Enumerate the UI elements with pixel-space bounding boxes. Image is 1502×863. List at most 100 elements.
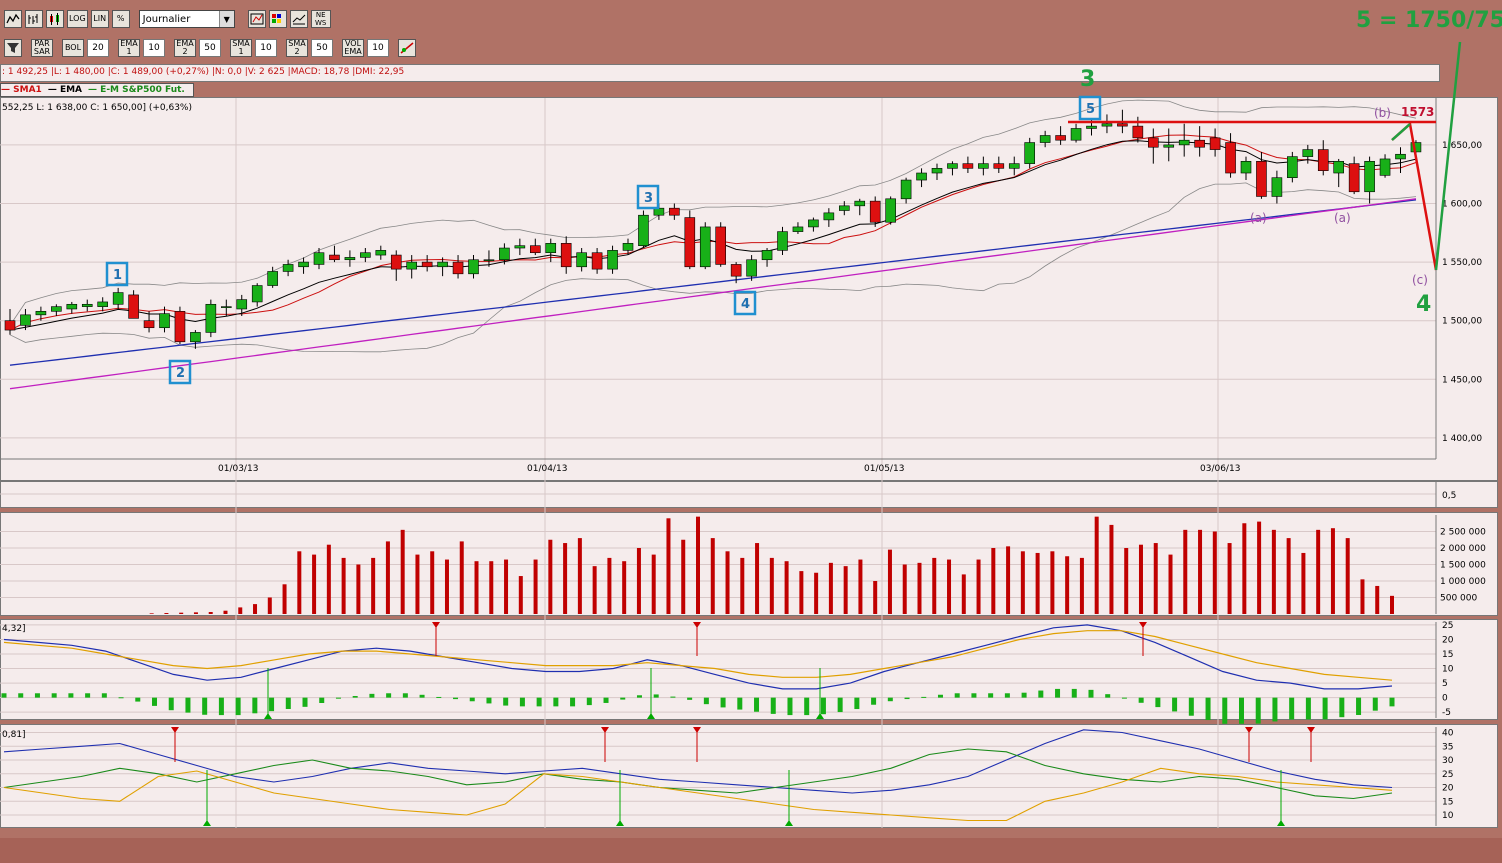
osc-tick-label: 0,5 <box>1442 491 1456 501</box>
macd-histogram-bar <box>620 697 626 700</box>
candle-body <box>190 332 201 343</box>
volume-bar <box>1065 556 1070 614</box>
dmi-buy-marker <box>616 820 624 826</box>
macd-histogram-bar <box>536 697 542 707</box>
candle-body <box>468 259 479 275</box>
wave-a2-label: (a) <box>1334 211 1351 225</box>
macd-histogram-bar <box>269 697 275 712</box>
macd-histogram-bar <box>302 697 308 707</box>
candle-body <box>792 226 804 232</box>
volume-bar <box>267 597 272 614</box>
volume-bar <box>1020 551 1025 614</box>
volume-bar <box>1286 538 1291 614</box>
candle-body <box>344 257 356 261</box>
dmi-tick-label: 25 <box>1442 770 1453 780</box>
volume-bar <box>282 584 287 614</box>
dmi-tick-label: 40 <box>1442 729 1454 739</box>
candle-body <box>514 245 526 249</box>
candle-body <box>1163 144 1175 148</box>
minus-di-line <box>3 767 1393 822</box>
candle-body <box>1086 125 1097 129</box>
volume-tick-label: 500 000 <box>1440 594 1477 604</box>
macd-histogram-bar <box>1038 690 1044 698</box>
volume-bar <box>1242 523 1247 614</box>
macd-histogram-bar <box>1272 697 1278 722</box>
candle-body <box>746 259 757 277</box>
macd-histogram-bar <box>1088 689 1094 698</box>
candle-body <box>1209 137 1221 150</box>
volume-bar <box>548 539 553 614</box>
volume-bar <box>1079 557 1084 614</box>
macd-histogram-bar <box>603 697 609 703</box>
macd-tick-label: 5 <box>1442 679 1448 689</box>
macd-histogram-bar <box>436 696 442 698</box>
volume-bar <box>636 548 641 614</box>
macd-tick-label: -5 <box>1442 708 1451 718</box>
candle-body <box>607 250 618 270</box>
macd-histogram-bar <box>1172 697 1178 712</box>
macd-tick-label: 15 <box>1442 650 1453 660</box>
price-tick-label: 1 550,00 <box>1442 258 1482 268</box>
macd-histogram-bar <box>737 697 743 710</box>
macd-histogram-bar <box>252 697 258 714</box>
wave-b-label: (b) <box>1374 106 1391 120</box>
candle-body <box>854 200 866 207</box>
volume-bar <box>415 554 420 614</box>
macd-histogram-bar <box>570 697 576 707</box>
macd-histogram-bar <box>586 697 592 706</box>
macd-histogram-bar <box>453 697 459 700</box>
macd-histogram-bar <box>503 697 509 706</box>
volume-bar <box>149 613 154 614</box>
volume-tick-label: 1 000 000 <box>1440 577 1486 587</box>
wave-label-2: 2 <box>176 366 185 381</box>
candle-body <box>251 285 263 303</box>
candle-body <box>1333 160 1344 174</box>
adx-line <box>3 729 1393 794</box>
wave-label-1: 1 <box>113 268 122 283</box>
dmi-header: 0,81] <box>2 730 26 740</box>
candle-body <box>1039 135 1051 143</box>
macd-histogram-bar <box>1 693 7 698</box>
volume-bar <box>991 548 996 614</box>
macd-histogram-bar <box>68 693 74 698</box>
macd-histogram-bar <box>519 697 525 707</box>
macd-histogram-bar <box>1255 697 1261 724</box>
macd-histogram-bar <box>18 693 24 698</box>
volume-bar <box>755 543 760 614</box>
candle-body <box>761 250 773 261</box>
candle-body <box>112 292 124 305</box>
candle-body <box>499 247 510 261</box>
macd-tick-label: 20 <box>1442 635 1454 645</box>
candle-body <box>900 179 912 200</box>
volume-bar <box>1183 529 1188 614</box>
volume-bar <box>607 557 612 614</box>
volume-bar <box>430 551 435 614</box>
candle-body <box>978 163 989 169</box>
macd-tick-label: 25 <box>1442 621 1453 631</box>
macd-histogram-bar <box>670 696 676 698</box>
projection-up <box>1434 41 1462 271</box>
candle-body <box>4 320 16 331</box>
volume-bar <box>312 554 317 614</box>
macd-histogram-bar <box>51 693 57 698</box>
volume-bar <box>1271 529 1276 614</box>
candle-body <box>329 254 340 261</box>
candle-body <box>81 303 93 307</box>
candle-body <box>20 314 31 326</box>
volume-bar <box>341 557 346 614</box>
dmi-tick-label: 30 <box>1442 756 1454 766</box>
volume-bar <box>1212 531 1217 614</box>
volume-bar <box>253 604 258 614</box>
macd-histogram-bar <box>1305 697 1311 720</box>
macd-histogram-bar <box>1071 688 1077 698</box>
candle-body <box>406 261 418 270</box>
volume-bar <box>518 576 523 614</box>
macd-histogram-bar <box>887 697 893 702</box>
volume-bar <box>1153 543 1158 614</box>
candle-body <box>838 205 850 211</box>
dmi-tick-label: 10 <box>1442 811 1454 821</box>
candle-body <box>1317 149 1329 171</box>
chart-canvas: 1 400,00 1 450,00 1 500,00 1 550,00 1 600,00… <box>0 8 1502 828</box>
macd-histogram-bar <box>837 697 843 713</box>
volume-bar <box>799 571 804 614</box>
